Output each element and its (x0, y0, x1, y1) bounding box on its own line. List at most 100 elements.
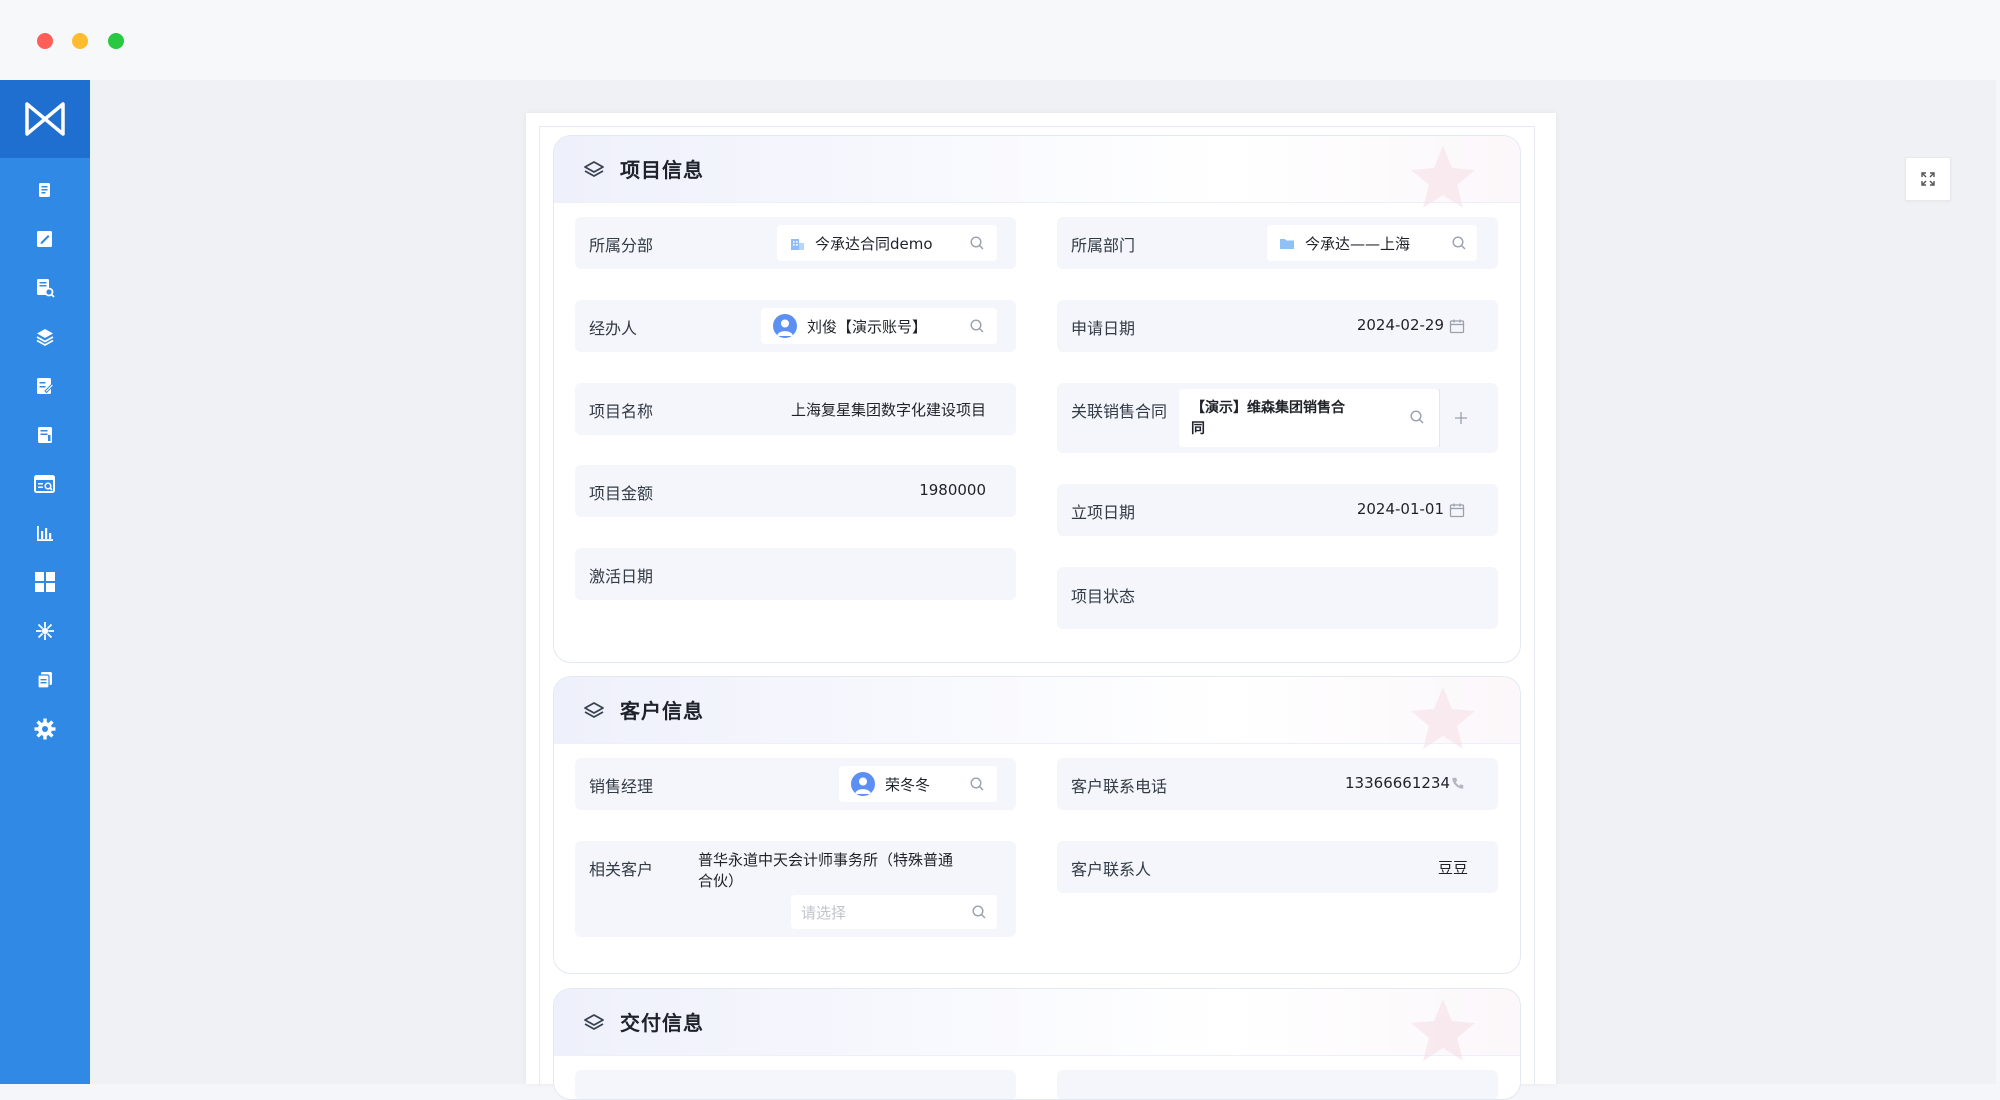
section-title: 项目信息 (620, 158, 704, 182)
delivery-field (1057, 1070, 1498, 1099)
card-header: 项目信息 (554, 136, 1520, 208)
project-amount-value: 1980000 (919, 481, 986, 499)
section-title: 客户信息 (620, 699, 704, 723)
calendar-icon[interactable] (1449, 318, 1465, 334)
phone-icon (1452, 777, 1464, 789)
sidebar-item-documents[interactable] (31, 176, 59, 204)
fullscreen-button[interactable] (1905, 157, 1951, 201)
layers-icon (584, 1014, 604, 1030)
search-icon[interactable] (1409, 409, 1425, 425)
sidebar-item-edit[interactable] (31, 225, 59, 253)
project-name-field[interactable]: 项目名称 上海复星集团数字化建设项目 (575, 383, 1016, 435)
handler-field: 经办人 刘俊【演示账号】 (575, 300, 1016, 352)
branch-select[interactable]: 今承达合同demo (777, 225, 997, 261)
handler-value: 刘俊【演示账号】 (807, 318, 928, 336)
sidebar-item-statistics[interactable] (31, 519, 59, 547)
search-icon[interactable] (969, 318, 985, 334)
project-status-field[interactable]: 项目状态 (1057, 567, 1498, 629)
sidebar-item-dashboard[interactable] (31, 568, 59, 596)
sidebar-item-file-search[interactable] (31, 274, 59, 302)
branch-label: 所属分部 (589, 236, 654, 255)
card-header: 交付信息 (554, 989, 1520, 1061)
customer-phone-field[interactable]: 客户联系电话 13366661234 (1057, 758, 1498, 810)
sales-manager-field: 销售经理 荣冬冬 (575, 758, 1016, 810)
related-customer-label: 相关客户 (589, 860, 654, 879)
layers-icon (584, 702, 604, 718)
related-customer-field: 相关客户 普华永道中天会计师事务所（特殊普通 合伙） 请选择 (575, 841, 1016, 937)
customer-contact-field[interactable]: 客户联系人 豆豆 (1057, 841, 1498, 893)
edit-icon (37, 231, 52, 247)
project-status-label: 项目状态 (1071, 587, 1136, 606)
apply-date-label: 申请日期 (1071, 319, 1136, 338)
search-icon[interactable] (969, 776, 985, 792)
sales-contract-label: 关联销售合同 (1071, 402, 1168, 421)
related-customer-search-input[interactable]: 请选择 (791, 895, 997, 929)
customer-contact-label: 客户联系人 (1071, 860, 1152, 879)
branch-value: 今承达合同demo (815, 235, 933, 253)
grid-icon (35, 572, 55, 592)
window-titlebar (0, 0, 2000, 80)
plus-icon[interactable] (1453, 410, 1469, 426)
handler-select[interactable]: 刘俊【演示账号】 (761, 308, 997, 344)
sales-contract-value-line2: 同 (1191, 421, 1205, 437)
branch-field: 所属分部 今承达合同demo (575, 217, 1016, 269)
calendar-icon[interactable] (1449, 502, 1465, 518)
user-icon (855, 777, 871, 794)
avatar (773, 314, 797, 338)
customer-contact-value: 豆豆 (1437, 859, 1468, 877)
sidebar-item-report-search[interactable] (31, 470, 59, 498)
apply-date-value: 2024-02-29 (1356, 316, 1444, 334)
window-maximize-button[interactable] (108, 33, 124, 49)
settings-icon (34, 718, 56, 740)
report-search-icon (34, 475, 55, 493)
sales-manager-select[interactable]: 荣冬冬 (839, 766, 997, 802)
project-amount-field[interactable]: 项目金额 1980000 (575, 465, 1016, 517)
sidebar-item-form-edit[interactable] (31, 372, 59, 400)
star-decoration-icon (1411, 146, 1475, 208)
department-label: 所属部门 (1071, 236, 1136, 255)
document-icon (39, 183, 50, 197)
setup-date-label: 立项日期 (1071, 503, 1136, 522)
network-icon (36, 622, 54, 640)
apply-date-field[interactable]: 申请日期 2024-02-29 (1057, 300, 1498, 352)
sidebar-item-copy[interactable] (31, 666, 59, 694)
related-customer-value-line1: 普华永道中天会计师事务所（特殊普通 (698, 851, 954, 869)
department-select[interactable]: 今承达——上海 (1267, 225, 1477, 261)
project-info-card: 项目信息 所属分部 今承达合同demo 所属部门 今承达——上海 经办人 刘俊【… (553, 135, 1521, 663)
user-icon (777, 319, 793, 336)
folder-icon (1280, 239, 1294, 249)
sidebar-item-settings[interactable] (31, 715, 59, 743)
card-header: 客户信息 (554, 677, 1520, 749)
sales-contract-value-line1: 【演示】维森集团销售合 (1191, 400, 1345, 416)
customer-phone-label: 客户联系电话 (1071, 777, 1168, 796)
customer-info-card: 客户信息 销售经理 荣冬冬 客户联系电话 13366661234 相关客户 普华… (553, 676, 1521, 974)
avatar (851, 772, 875, 796)
sales-contract-select[interactable]: 【演示】维森集团销售合 同 (1179, 389, 1439, 447)
search-icon[interactable] (969, 235, 985, 251)
project-amount-label: 项目金额 (589, 484, 654, 503)
sidebar-item-ledger[interactable] (31, 421, 59, 449)
sidebar-item-layers[interactable] (31, 323, 59, 351)
window-close-button[interactable] (37, 33, 53, 49)
copy-icon (37, 672, 52, 689)
sales-contract-field: 关联销售合同 【演示】维森集团销售合 同 (1057, 383, 1498, 453)
search-icon[interactable] (971, 904, 987, 920)
section-title: 交付信息 (620, 1011, 704, 1035)
related-customer-value-line2: 合伙） (698, 872, 744, 890)
setup-date-field[interactable]: 立项日期 2024-01-01 (1057, 484, 1498, 536)
project-name-label: 项目名称 (589, 402, 654, 421)
sidebar-item-network[interactable] (31, 617, 59, 645)
layers-icon (584, 161, 604, 177)
sales-manager-label: 销售经理 (589, 777, 654, 796)
customer-phone-value: 13366661234 (1345, 774, 1450, 792)
setup-date-value: 2024-01-01 (1356, 500, 1444, 518)
divider (1439, 389, 1440, 447)
star-decoration-icon (1411, 999, 1475, 1061)
sidebar (0, 80, 90, 1084)
activate-date-field[interactable]: 激活日期 (575, 548, 1016, 600)
search-icon[interactable] (1451, 235, 1467, 251)
app-logo[interactable] (0, 80, 90, 158)
file-search-icon (37, 279, 55, 298)
window-minimize-button[interactable] (72, 33, 88, 49)
handler-label: 经办人 (589, 319, 638, 338)
